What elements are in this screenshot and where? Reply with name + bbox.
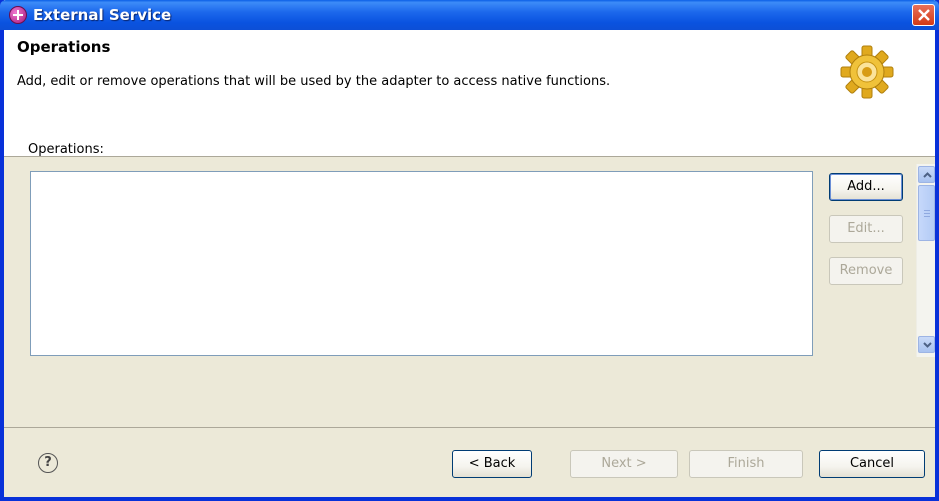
back-button[interactable]: < Back (452, 450, 532, 478)
vertical-scrollbar[interactable] (916, 164, 935, 357)
chevron-up-icon (923, 172, 932, 178)
operations-label: Operations: (28, 142, 104, 157)
finish-button[interactable]: Finish (689, 450, 803, 478)
page-description: Add, edit or remove operations that will… (17, 74, 611, 89)
thumb-grip (924, 210, 930, 211)
close-icon (918, 9, 930, 21)
window-title: External Service (33, 6, 172, 24)
add-operation-button[interactable]: Add... (829, 173, 903, 201)
title-bar[interactable]: External Service (0, 0, 939, 30)
scroll-down-button[interactable] (918, 336, 935, 353)
scroll-up-button[interactable] (918, 166, 935, 183)
close-button[interactable] (912, 4, 935, 26)
chevron-down-icon (923, 342, 932, 348)
operations-list[interactable] (30, 171, 813, 356)
next-button[interactable]: Next > (570, 450, 678, 478)
remove-operation-button[interactable]: Remove (829, 257, 903, 285)
eclipse-plugin-icon (9, 6, 27, 24)
thumb-grip (924, 216, 930, 217)
edit-operation-button[interactable]: Edit... (829, 215, 903, 243)
page-title: Operations (17, 38, 111, 56)
gear-icon (835, 42, 899, 106)
help-icon[interactable]: ? (38, 453, 58, 473)
cancel-button[interactable]: Cancel (819, 450, 925, 478)
scroll-thumb[interactable] (918, 185, 935, 241)
wizard-header (4, 30, 935, 157)
footer-separator (4, 427, 935, 428)
thumb-grip (924, 213, 930, 214)
wizard-dialog: External Service Operations Add, edit or… (0, 0, 939, 501)
